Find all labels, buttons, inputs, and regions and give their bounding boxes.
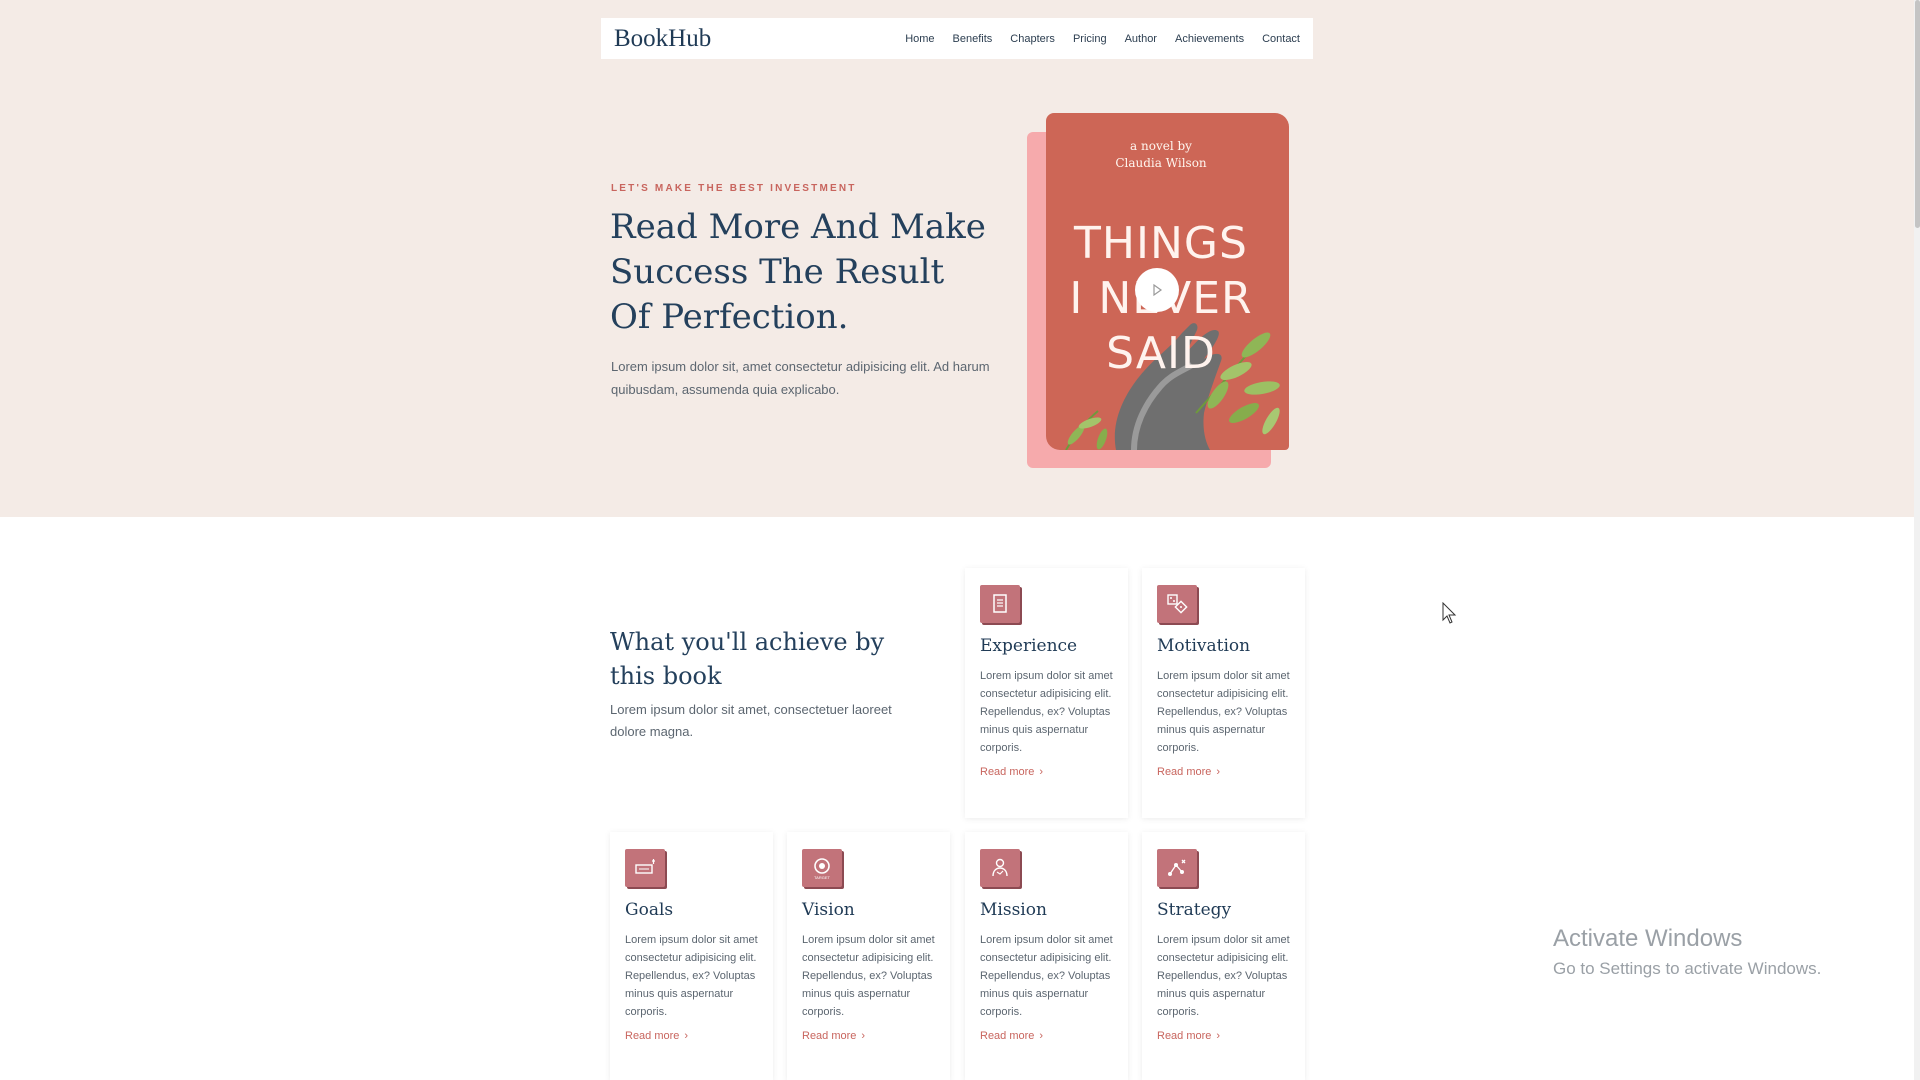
document-icon xyxy=(980,585,1020,623)
card-text: Lorem ipsum dolor sit amet consectetur a… xyxy=(1157,670,1290,754)
card-text: Lorem ipsum dolor sit amet consectetur a… xyxy=(625,934,758,1018)
book-author: Claudia Wilson xyxy=(1115,156,1207,170)
watermark-title: Activate Windows xyxy=(1553,925,1743,952)
read-more-link[interactable]: Read more › xyxy=(625,1030,688,1042)
book-byline: a novel by Claudia Wilson xyxy=(1046,138,1276,172)
book-title-line-1: THINGS xyxy=(1074,218,1248,269)
section-text: Lorem ipsum dolor sit amet, consectetuer… xyxy=(610,702,892,739)
card-strategy: Strategy Lorem ipsum dolor sit amet cons… xyxy=(1142,832,1305,1080)
card-experience: Experience Lorem ipsum dolor sit amet co… xyxy=(965,568,1128,818)
brand-logo[interactable]: BookHub xyxy=(614,25,711,53)
read-more-label: Read more xyxy=(802,1030,857,1042)
nav-menu: Home Benefits Chapters Pricing Author Ac… xyxy=(905,33,1300,45)
nav-item-chapters[interactable]: Chapters xyxy=(1010,33,1055,45)
dice-icon xyxy=(1157,585,1197,623)
windows-activation-watermark: Activate Windows Go to Settings to activ… xyxy=(1553,925,1821,979)
navbar: BookHub Home Benefits Chapters Pricing A… xyxy=(601,18,1313,59)
chevron-right-icon: › xyxy=(1039,1030,1044,1042)
card-goals: Goals Lorem ipsum dolor sit amet consect… xyxy=(610,832,773,1080)
book-title-line-3: SAID xyxy=(1106,328,1216,379)
chevron-right-icon: › xyxy=(861,1030,866,1042)
card-title: Experience xyxy=(980,636,1078,656)
read-more-label: Read more xyxy=(1157,766,1212,778)
watermark-subtitle: Go to Settings to activate Windows. xyxy=(1553,959,1822,978)
play-icon xyxy=(1153,283,1163,297)
read-more-link[interactable]: Read more › xyxy=(980,1030,1043,1042)
section-title: What you'll achieve by this book xyxy=(610,628,885,690)
card-vision: TARGET Vision Lorem ipsum dolor sit amet… xyxy=(787,832,950,1080)
card-motivation: Motivation Lorem ipsum dolor sit amet co… xyxy=(1142,568,1305,818)
card-text: Lorem ipsum dolor sit amet consectetur a… xyxy=(802,934,935,1018)
hero-title: Read More And Make Success The Result Of… xyxy=(610,207,986,337)
card-title: Mission xyxy=(980,900,1047,920)
card-text: Lorem ipsum dolor sit amet consectetur a… xyxy=(980,934,1113,1018)
nav-item-author[interactable]: Author xyxy=(1125,33,1157,45)
goals-icon xyxy=(625,849,665,887)
read-more-label: Read more xyxy=(980,1030,1035,1042)
target-icon: TARGET xyxy=(802,849,842,887)
read-more-label: Read more xyxy=(1157,1030,1212,1042)
nav-item-pricing[interactable]: Pricing xyxy=(1073,33,1107,45)
read-more-label: Read more xyxy=(980,766,1035,778)
nav-item-home[interactable]: Home xyxy=(905,33,934,45)
read-more-label: Read more xyxy=(625,1030,680,1042)
card-title: Strategy xyxy=(1157,900,1232,920)
nav-item-benefits[interactable]: Benefits xyxy=(953,33,993,45)
chevron-right-icon: › xyxy=(1216,766,1221,778)
book-byline-prefix: a novel by xyxy=(1130,139,1192,153)
read-more-link[interactable]: Read more › xyxy=(1157,766,1220,778)
chevron-right-icon: › xyxy=(1216,1030,1221,1042)
hero-eyebrow: LET'S MAKE THE BEST INVESTMENT xyxy=(611,183,857,194)
nav-item-achievements[interactable]: Achievements xyxy=(1175,33,1244,45)
strategy-icon xyxy=(1157,849,1197,887)
mouse-cursor-icon xyxy=(1442,602,1457,624)
card-title: Goals xyxy=(625,900,674,920)
mission-icon xyxy=(980,849,1020,887)
page-scrollbar-thumb[interactable] xyxy=(1915,0,1920,228)
card-text: Lorem ipsum dolor sit amet consectetur a… xyxy=(1157,934,1290,1018)
nav-item-contact[interactable]: Contact xyxy=(1262,33,1300,45)
chevron-right-icon: › xyxy=(684,1030,689,1042)
play-video-button[interactable] xyxy=(1135,268,1179,312)
card-title: Motivation xyxy=(1157,636,1251,656)
card-mission: Mission Lorem ipsum dolor sit amet conse… xyxy=(965,832,1128,1080)
read-more-link[interactable]: Read more › xyxy=(1157,1030,1220,1042)
read-more-link[interactable]: Read more › xyxy=(802,1030,865,1042)
hero-text: Lorem ipsum dolor sit, amet consectetur … xyxy=(611,359,990,397)
read-more-link[interactable]: Read more › xyxy=(980,766,1043,778)
target-icon-label: TARGET xyxy=(814,875,830,880)
card-text: Lorem ipsum dolor sit amet consectetur a… xyxy=(980,670,1113,754)
card-title: Vision xyxy=(802,900,855,920)
chevron-right-icon: › xyxy=(1039,766,1044,778)
